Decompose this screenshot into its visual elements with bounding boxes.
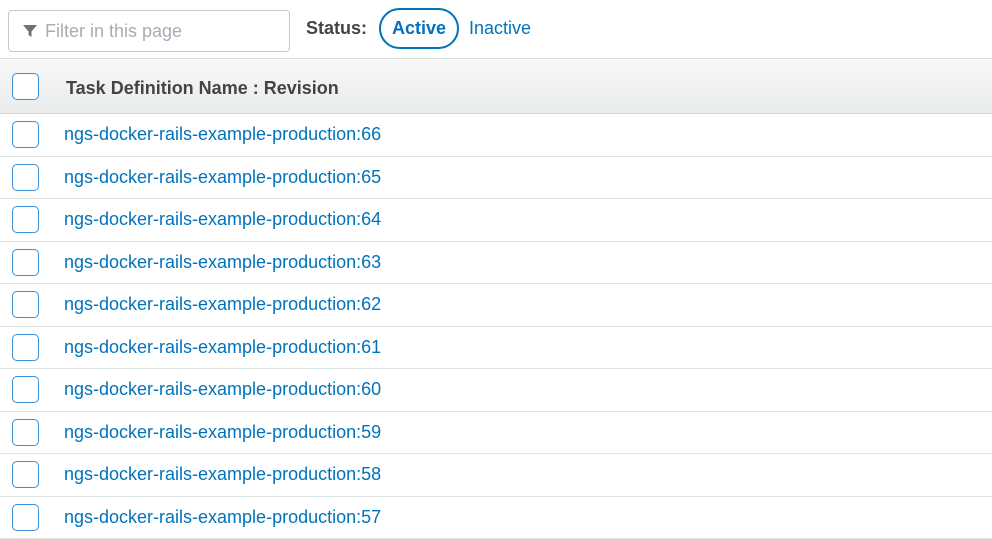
task-definition-link[interactable]: ngs-docker-rails-example-production:57 [64,507,381,528]
task-definition-link[interactable]: ngs-docker-rails-example-production:58 [64,464,381,485]
row-checkbox[interactable] [12,461,39,488]
table-header: Task Definition Name : Revision [0,60,992,114]
row-checkbox[interactable] [12,504,39,531]
task-definition-link[interactable]: ngs-docker-rails-example-production:66 [64,124,381,145]
table-row: ngs-docker-rails-example-production:64 [0,199,992,242]
table-row: ngs-docker-rails-example-production:63 [0,242,992,285]
table-row: ngs-docker-rails-example-production:58 [0,454,992,497]
row-checkbox[interactable] [12,291,39,318]
filter-box[interactable] [8,10,290,52]
task-definition-link[interactable]: ngs-docker-rails-example-production:62 [64,294,381,315]
task-definition-link[interactable]: ngs-docker-rails-example-production:64 [64,209,381,230]
table-row: ngs-docker-rails-example-production:60 [0,369,992,412]
row-checkbox[interactable] [12,334,39,361]
status-active-button[interactable]: Active [379,8,459,49]
row-checkbox[interactable] [12,376,39,403]
row-checkbox[interactable] [12,121,39,148]
filter-input[interactable] [45,21,275,42]
table-row: ngs-docker-rails-example-production:57 [0,497,992,539]
toolbar: Status: Active Inactive [0,0,992,59]
filter-icon [23,24,37,38]
table-body: ngs-docker-rails-example-production:66 n… [0,114,992,539]
status-label: Status: [306,18,367,39]
task-definition-link[interactable]: ngs-docker-rails-example-production:63 [64,252,381,273]
row-checkbox[interactable] [12,206,39,233]
status-inactive-link[interactable]: Inactive [469,18,531,39]
task-definition-link[interactable]: ngs-docker-rails-example-production:60 [64,379,381,400]
select-all-checkbox[interactable] [12,73,39,100]
row-checkbox[interactable] [12,249,39,276]
table-row: ngs-docker-rails-example-production:62 [0,284,992,327]
task-definition-link[interactable]: ngs-docker-rails-example-production:65 [64,167,381,188]
table-row: ngs-docker-rails-example-production:59 [0,412,992,455]
row-checkbox[interactable] [12,419,39,446]
table-row: ngs-docker-rails-example-production:66 [0,114,992,157]
table-row: ngs-docker-rails-example-production:61 [0,327,992,370]
table-row: ngs-docker-rails-example-production:65 [0,157,992,200]
row-checkbox[interactable] [12,164,39,191]
column-header-task-definition[interactable]: Task Definition Name : Revision [66,78,339,99]
task-definition-link[interactable]: ngs-docker-rails-example-production:59 [64,422,381,443]
task-definition-link[interactable]: ngs-docker-rails-example-production:61 [64,337,381,358]
